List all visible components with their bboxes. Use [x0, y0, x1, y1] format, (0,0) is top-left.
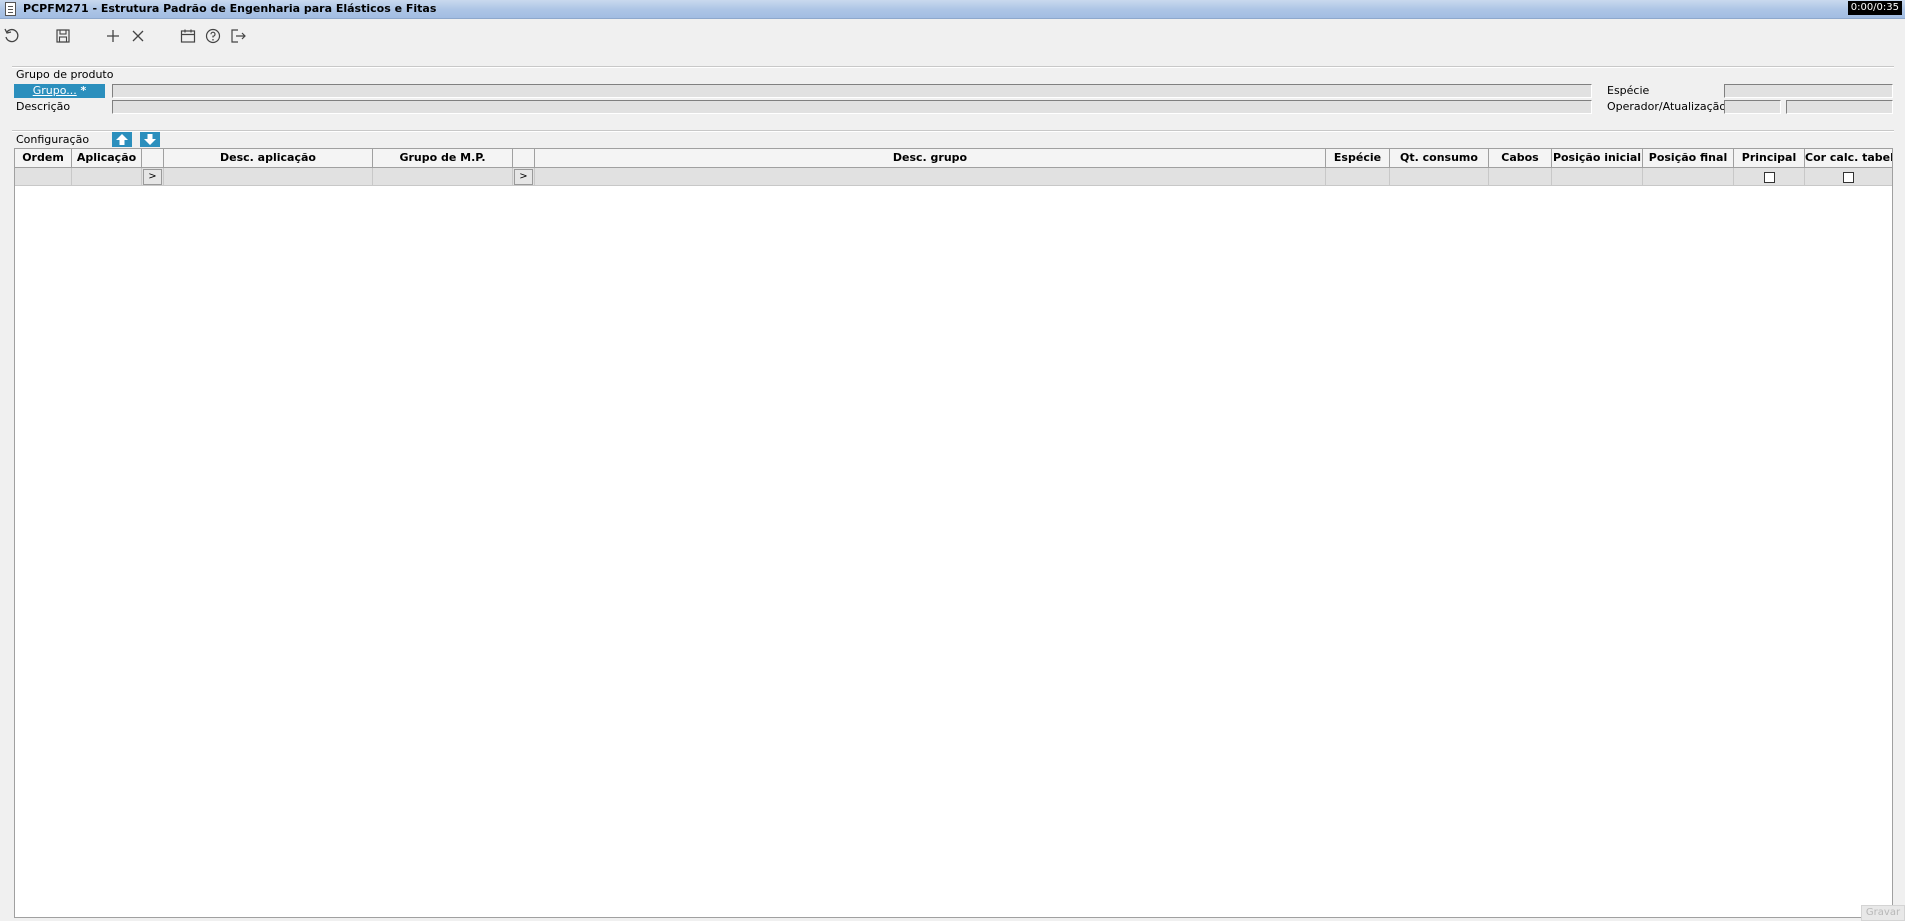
cell-ordem[interactable]: [15, 168, 72, 186]
col-header-qt-consumo[interactable]: Qt. consumo: [1390, 149, 1489, 168]
help-button[interactable]: [203, 26, 223, 46]
refresh-button[interactable]: [2, 26, 22, 46]
aplicacao-lookup-button[interactable]: >: [143, 169, 162, 185]
operador-label: Operador/Atualização: [1607, 100, 1727, 113]
cell-aplicacao[interactable]: [72, 168, 142, 186]
move-down-button[interactable]: [140, 132, 160, 147]
cell-cabos[interactable]: [1489, 168, 1552, 186]
col-header-cabos[interactable]: Cabos: [1489, 149, 1552, 168]
move-up-button[interactable]: [112, 132, 132, 147]
cell-grupo-mp[interactable]: [373, 168, 513, 186]
col-header-desc-grupo[interactable]: Desc. grupo: [535, 149, 1326, 168]
grupo-button-label: Grupo...: [32, 84, 77, 97]
exit-button[interactable]: [228, 26, 248, 46]
title-bar: PCPFM271 - Estrutura Padrão de Engenhari…: [0, 0, 1905, 19]
document-icon: [5, 2, 16, 16]
required-marker: *: [76, 84, 87, 97]
cell-qt-consumo[interactable]: [1390, 168, 1489, 186]
arrow-down-icon: [144, 134, 156, 145]
grupo-input[interactable]: [112, 84, 1592, 98]
col-header-especie[interactable]: Espécie: [1326, 149, 1390, 168]
col-header-grupo-lookup: [513, 149, 535, 168]
col-header-grupo-mp[interactable]: Grupo de M.P.: [373, 149, 513, 168]
cell-especie: [1326, 168, 1390, 186]
gravar-status-tab[interactable]: Gravar: [1861, 905, 1905, 921]
col-header-ordem[interactable]: Ordem: [15, 149, 72, 168]
plus-icon: [107, 30, 119, 42]
operador-field: [1724, 100, 1781, 114]
grupo-mp-lookup-button[interactable]: >: [514, 169, 533, 185]
add-button[interactable]: [103, 26, 123, 46]
col-header-desc-aplicacao[interactable]: Desc. aplicação: [164, 149, 373, 168]
principal-checkbox[interactable]: [1764, 172, 1775, 183]
window-title: PCPFM271 - Estrutura Padrão de Engenhari…: [23, 2, 437, 15]
calendar-icon: [180, 29, 196, 43]
separator: [12, 130, 1894, 132]
save-button[interactable]: [53, 26, 73, 46]
col-header-aplicacao[interactable]: Aplicação: [72, 149, 142, 168]
section-grupo-produto: Grupo de produto: [16, 68, 114, 81]
col-header-principal[interactable]: Principal: [1734, 149, 1805, 168]
exit-icon: [231, 29, 246, 43]
col-header-aplicacao-lookup: [142, 149, 164, 168]
toolbar: [0, 19, 1905, 51]
separator: [12, 66, 1894, 68]
cell-desc-aplicacao: [164, 168, 373, 186]
descricao-label: Descrição: [16, 100, 71, 113]
refresh-icon: [4, 28, 19, 43]
especie-field: [1724, 84, 1893, 98]
cor-calc-tabela-checkbox[interactable]: [1843, 172, 1854, 183]
col-header-posicao-final[interactable]: Posição final: [1643, 149, 1734, 168]
especie-label: Espécie: [1607, 84, 1650, 97]
atualizacao-field: [1786, 100, 1893, 114]
arrow-up-icon: [116, 134, 128, 145]
close-icon: [132, 30, 144, 42]
grupo-lookup-button[interactable]: Grupo... *: [14, 84, 105, 98]
cell-posicao-final[interactable]: [1643, 168, 1734, 186]
help-icon: [205, 28, 221, 44]
col-header-posicao-inicial[interactable]: Posição inicial: [1552, 149, 1643, 168]
cell-desc-grupo: [535, 168, 1326, 186]
cell-posicao-inicial[interactable]: [1552, 168, 1643, 186]
calendar-button[interactable]: [178, 26, 198, 46]
timer-display: 0:00/0:35: [1847, 1, 1902, 15]
descricao-field: [112, 100, 1592, 114]
delete-button[interactable]: [128, 26, 148, 46]
save-icon: [56, 29, 70, 43]
configuracao-grid[interactable]: Ordem Aplicação Desc. aplicação Grupo de…: [14, 148, 1893, 918]
section-configuracao: Configuração: [16, 133, 90, 146]
col-header-cor-calc-tabela[interactable]: Cor calc. tabela: [1805, 149, 1892, 168]
